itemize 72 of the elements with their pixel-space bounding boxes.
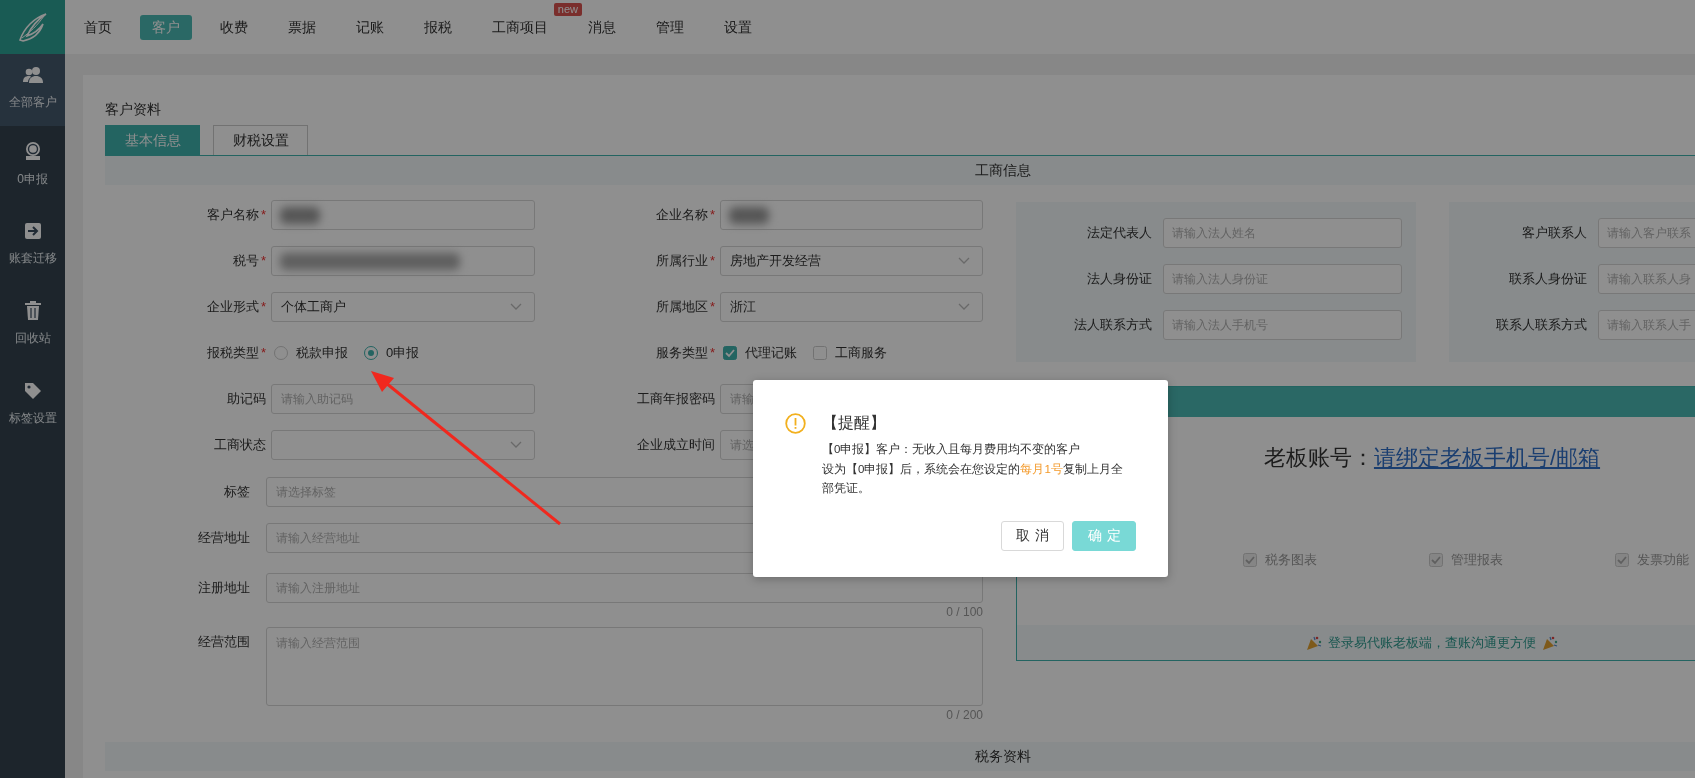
nav-tab[interactable]: 管理 [644,14,696,40]
feature-option: 税务图表 [1243,551,1429,569]
field-label: 标签 [223,483,250,501]
radio-option[interactable]: 0申报 [364,344,420,362]
field-label: 联系人联系方式 [1494,316,1587,334]
tag-icon [23,381,42,400]
users-icon [22,65,43,84]
field-label: 所属地区* [654,298,716,316]
nav-tab[interactable]: 收费 [208,14,260,40]
select-field[interactable]: 浙江 [720,292,983,322]
sidebar-item[interactable]: 全部客户 [0,54,65,126]
promo-text: 登录易代账老板端，查账沟通更方便 [1328,633,1536,652]
sidebar-item[interactable]: 标签设置 [0,366,65,446]
select-field[interactable] [271,430,535,460]
dialog-message: 【0申报】客户：无收入且每月费用均不变的客户 [822,442,1082,457]
sidebar-item[interactable]: 回收站 [0,286,65,366]
section-header: 税务资料 [105,742,1695,771]
select-field[interactable]: 个体工商户 [271,292,535,322]
nav-tab[interactable]: 设置 [712,14,764,40]
chevron-down-icon [510,303,522,311]
chevron-down-icon [510,441,522,449]
dialog-title: 【提醒】 [822,413,887,433]
field-label: 客户名称* [205,206,267,224]
field-label: 所属行业* [654,252,716,270]
field-label: 企业名称* [654,206,716,224]
field-label: 助记码 [226,390,267,408]
field-label: 工商年报密码 [636,390,716,408]
nav-tab[interactable]: 工商项目 [480,14,560,40]
char-counter: 0 / 200 [945,708,983,722]
new-badge: new [553,2,582,16]
nav-tab[interactable]: 记账 [344,14,396,40]
field-label: 企业形式* [205,298,267,316]
field-label: 联系人身份证 [1507,270,1587,288]
warning-icon [785,413,806,434]
field-label: 工商状态 [213,436,267,454]
select-field[interactable]: 房地产开发经营 [720,246,983,276]
input-field[interactable] [271,246,535,276]
checkbox-option[interactable]: 工商服务 [813,344,887,362]
party-popper-icon [1542,634,1558,651]
nav-tab[interactable]: 消息 [576,14,628,40]
party-popper-icon [1306,634,1322,651]
field-label: 法人身份证 [1086,270,1152,288]
checkbox-option[interactable]: 代理记账 [723,344,797,362]
char-counter: 0 / 100 [945,605,983,619]
sidebar-item[interactable]: 0申报 [0,126,65,206]
field-label: 法人联系方式 [1073,316,1152,334]
field-label: 报税类型* [205,344,267,362]
input-field[interactable] [271,200,535,230]
import-icon [23,221,42,240]
chevron-down-icon [958,303,970,311]
section-header: 工商信息 [105,156,1695,185]
field-label: 经营范围 [197,633,250,651]
trash-icon [24,301,41,320]
nav-tab[interactable]: 票据 [276,14,328,40]
field-label: 注册地址 [197,579,250,597]
nav-tab[interactable]: 首页 [72,14,124,40]
field-label: 客户联系人 [1520,224,1587,242]
field-label: 经营地址 [197,529,250,547]
sidebar-item[interactable]: 账套迁移 [0,206,65,286]
tab[interactable]: 财税设置 [213,125,308,155]
cancel-button[interactable]: 取消 [1001,521,1064,551]
bind-link[interactable]: 请绑定老板手机号/邮箱 [1373,445,1601,470]
logo-icon[interactable] [0,0,65,54]
field-label: 服务类型* [654,344,716,362]
field-label: 企业成立时间 [636,436,716,454]
chevron-down-icon [958,257,970,265]
field-label: 法定代表人 [1086,224,1152,242]
radio-option[interactable]: 税款申报 [274,344,348,362]
nav-tab[interactable]: 报税 [412,14,464,40]
field-label: 税号* [231,252,267,270]
page-title: 客户资料 [105,100,162,118]
input-field[interactable] [720,200,983,230]
